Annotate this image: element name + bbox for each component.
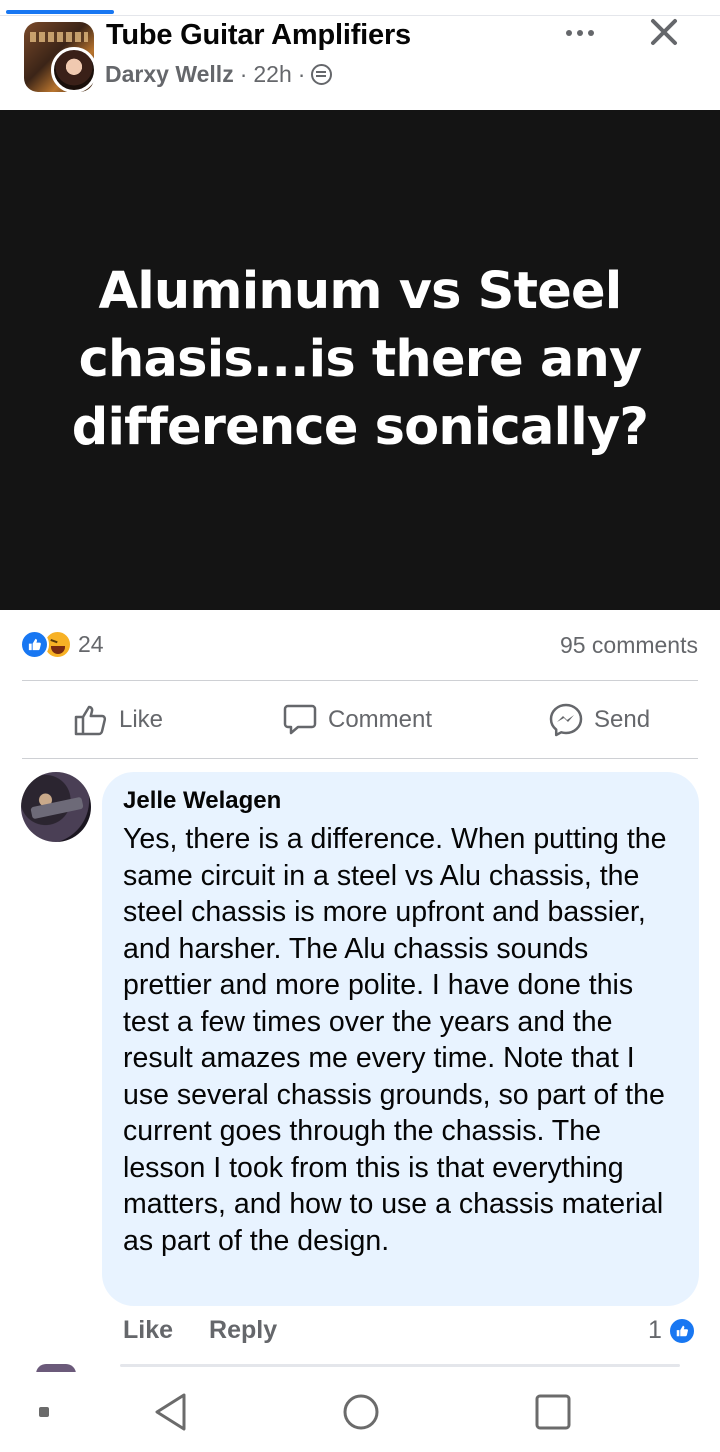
comment-label: Comment	[328, 706, 433, 733]
comment-like-count: 1	[648, 1316, 662, 1344]
globe-icon	[311, 64, 333, 85]
post-action-bar: Like Comment Send	[0, 682, 720, 758]
recents-square-icon[interactable]	[533, 1390, 573, 1439]
next-comment-edge	[120, 1364, 680, 1367]
meta-separator: ·	[239, 61, 248, 87]
post-meta: Darxy Wellz · 22h ·	[105, 61, 333, 88]
send-label: Send	[594, 706, 651, 733]
comment-reply-button[interactable]: Reply	[209, 1316, 277, 1345]
group-name[interactable]: Tube Guitar Amplifiers	[106, 19, 411, 52]
commenter-avatar[interactable]	[21, 772, 91, 842]
author-name[interactable]: Darxy Wellz	[105, 61, 234, 88]
post-image[interactable]: Aluminum vs Steel chasis...is there any …	[0, 110, 720, 610]
post-image-text: Aluminum vs Steel chasis...is there any …	[71, 262, 649, 457]
close-icon[interactable]	[648, 16, 680, 48]
nav-indicator-icon	[39, 1407, 49, 1417]
comment-author[interactable]: Jelle Welagen	[123, 786, 679, 816]
post-header: Tube Guitar Amplifiers Darxy Wellz · 22h…	[0, 16, 720, 110]
author-avatar[interactable]	[51, 47, 97, 93]
meta-separator: ·	[297, 61, 306, 87]
comment-actions: Like Reply	[123, 1316, 277, 1345]
thumbs-up-icon	[73, 702, 109, 738]
comments-count[interactable]: 95 comments	[560, 632, 698, 659]
send-button[interactable]: Send	[548, 682, 650, 758]
like-icon	[667, 1316, 696, 1345]
tab-indicator	[6, 10, 114, 14]
more-icon[interactable]	[566, 26, 600, 40]
messenger-icon	[548, 702, 584, 738]
comment-reaction-count[interactable]: 1	[648, 1316, 696, 1345]
reaction-count: 24	[78, 631, 104, 657]
comment-text: Yes, there is a difference. When putting…	[123, 823, 667, 1257]
comment-button[interactable]: Comment	[282, 682, 432, 758]
like-button[interactable]: Like	[73, 682, 163, 758]
comment-like-button[interactable]: Like	[123, 1316, 173, 1345]
back-triangle-icon[interactable]	[150, 1390, 190, 1439]
divider	[22, 758, 698, 759]
comment-bubble: Jelle Welagen Yes, there is a difference…	[102, 772, 699, 1306]
reaction-summary[interactable]: 24	[20, 630, 104, 659]
home-circle-icon[interactable]	[341, 1390, 381, 1439]
divider	[22, 680, 698, 681]
comment-icon	[282, 702, 318, 738]
post-time[interactable]: 22h	[253, 61, 291, 88]
like-label: Like	[119, 706, 164, 733]
system-nav-bar	[0, 1372, 720, 1452]
like-icon	[20, 630, 49, 659]
